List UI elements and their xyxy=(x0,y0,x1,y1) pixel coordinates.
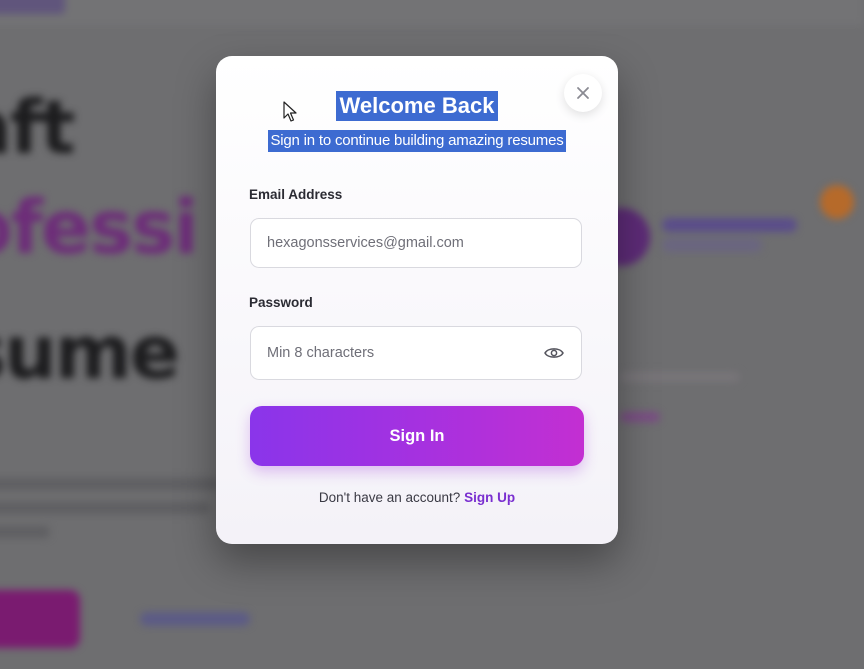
password-placeholder: Min 8 characters xyxy=(267,345,375,361)
sign-in-button[interactable]: Sign In xyxy=(250,406,584,466)
mouse-cursor-icon xyxy=(283,101,297,122)
background-badge-text xyxy=(662,238,762,252)
modal-title: Welcome Back xyxy=(335,91,499,121)
background-cta-button xyxy=(0,590,80,648)
login-modal: Welcome Back Sign in to continue buildin… xyxy=(216,56,618,544)
password-field[interactable]: Min 8 characters xyxy=(250,326,582,380)
background-link xyxy=(140,612,250,626)
background-badge-text xyxy=(662,218,797,232)
background-hero-line: sume xyxy=(0,310,180,396)
background-text-line xyxy=(620,412,660,422)
password-label: Password xyxy=(249,295,313,310)
background-text-line xyxy=(0,502,210,514)
background-text-line xyxy=(0,478,220,490)
background-text-line xyxy=(0,526,50,538)
eye-icon xyxy=(544,348,564,358)
toggle-password-visibility-button[interactable] xyxy=(543,342,565,364)
modal-subtitle: Sign in to continue building amazing res… xyxy=(268,130,566,152)
email-value: hexagonsservices@gmail.com xyxy=(267,235,464,251)
signup-prompt: Don't have an account? Sign Up xyxy=(216,490,618,505)
background-hero-line: aft xyxy=(0,85,76,171)
background-hero-line: ofessi xyxy=(0,185,199,271)
background-navbar xyxy=(0,0,864,26)
email-label: Email Address xyxy=(249,187,343,202)
background-text-line xyxy=(620,372,740,382)
signup-prompt-text: Don't have an account? xyxy=(318,490,461,505)
background-nav-item xyxy=(0,0,65,14)
email-field[interactable]: hexagonsservices@gmail.com xyxy=(250,218,582,268)
background-orange-dot xyxy=(820,185,854,219)
sign-up-link[interactable]: Sign Up xyxy=(464,490,515,505)
